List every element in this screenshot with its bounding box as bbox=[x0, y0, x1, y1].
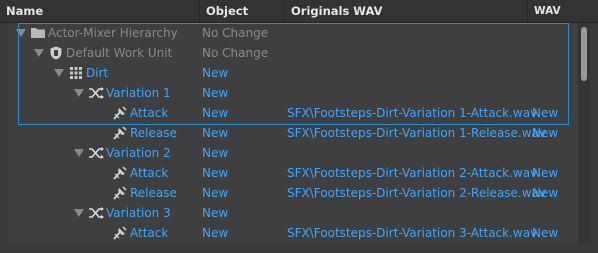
wav-status-cell: New bbox=[532, 226, 559, 240]
wav-status-cell: New bbox=[532, 106, 559, 120]
object-status-cell: New bbox=[202, 86, 229, 100]
column-name-header[interactable]: Name bbox=[0, 0, 200, 22]
scrollbar-thumb[interactable] bbox=[581, 27, 587, 81]
hierarchy-tree[interactable]: Actor-Mixer Hierarchy No Change Default Wo… bbox=[8, 23, 578, 243]
sound-icon bbox=[112, 225, 128, 241]
folder-icon bbox=[30, 25, 46, 41]
expand-arrow-icon[interactable] bbox=[74, 89, 84, 97]
actor-mixer-icon bbox=[68, 65, 84, 81]
wav-status-cell: New bbox=[532, 166, 559, 180]
sound-icon bbox=[112, 165, 128, 181]
wav-status-cell: New bbox=[532, 126, 559, 140]
column-wav-status-header[interactable]: WAV Status bbox=[528, 0, 598, 39]
sound-icon bbox=[112, 185, 128, 201]
expand-arrow-icon[interactable] bbox=[54, 69, 64, 77]
tree-row[interactable]: Dirt New bbox=[8, 63, 578, 83]
random-container-icon bbox=[88, 85, 104, 101]
object-status-cell: New bbox=[202, 106, 229, 120]
originals-wav-cell: SFX\Footsteps-Dirt-Variation 1-Attack.wa… bbox=[287, 106, 538, 120]
sound-icon bbox=[112, 125, 128, 141]
expand-arrow-icon[interactable] bbox=[74, 149, 84, 157]
row-name: Attack bbox=[130, 166, 169, 180]
tree-row[interactable]: Release New SFX\Footsteps-Dirt-Variation 1… bbox=[8, 123, 578, 143]
expand-arrow-icon[interactable] bbox=[74, 209, 84, 217]
object-status-cell: New bbox=[202, 66, 229, 80]
wav-status-cell: New bbox=[532, 186, 559, 200]
row-name: Dirt bbox=[86, 66, 109, 80]
expand-arrow-icon[interactable] bbox=[34, 49, 44, 57]
bottom-edge bbox=[0, 243, 598, 253]
object-status-cell: No Change bbox=[202, 26, 269, 40]
row-name: Attack bbox=[130, 106, 169, 120]
random-container-icon bbox=[88, 145, 104, 161]
row-name: Variation 3 bbox=[106, 206, 171, 220]
row-name: Default Work Unit bbox=[66, 46, 173, 60]
tree-row[interactable]: Variation 3 New bbox=[8, 203, 578, 223]
tree-row[interactable]: Variation 2 New bbox=[8, 143, 578, 163]
object-status-cell: New bbox=[202, 186, 229, 200]
import-preview-panel: Name Object Status Originals WAV WAV Sta… bbox=[0, 0, 598, 253]
vertical-scrollbar[interactable] bbox=[578, 23, 590, 243]
row-name: Actor-Mixer Hierarchy bbox=[48, 26, 178, 40]
originals-wav-cell: SFX\Footsteps-Dirt-Variation 3-Attack.wa… bbox=[287, 226, 538, 240]
expand-arrow-icon[interactable] bbox=[16, 29, 26, 37]
column-originals-wav-header[interactable]: Originals WAV bbox=[285, 0, 528, 22]
object-status-cell: New bbox=[202, 126, 229, 140]
object-status-cell: New bbox=[202, 206, 229, 220]
originals-wav-cell: SFX\Footsteps-Dirt-Variation 2-Release.w… bbox=[287, 186, 547, 200]
tree-row[interactable]: Release New SFX\Footsteps-Dirt-Variation 2… bbox=[8, 183, 578, 203]
random-container-icon bbox=[88, 205, 104, 221]
row-name: Release bbox=[130, 126, 177, 140]
tree-row[interactable]: Default Work Unit No Change bbox=[8, 43, 578, 63]
row-name: Variation 1 bbox=[106, 86, 171, 100]
originals-wav-cell: SFX\Footsteps-Dirt-Variation 1-Release.w… bbox=[287, 126, 547, 140]
sound-icon bbox=[112, 105, 128, 121]
column-header: Name Object Status Originals WAV WAV Sta… bbox=[0, 0, 598, 40]
tree-row[interactable]: Attack New SFX\Footsteps-Dirt-Variation 1-… bbox=[8, 103, 578, 123]
row-name: Variation 2 bbox=[106, 146, 171, 160]
tree-row[interactable]: Actor-Mixer Hierarchy No Change bbox=[8, 23, 578, 43]
tree-row[interactable]: Variation 1 New bbox=[8, 83, 578, 103]
object-status-cell: No Change bbox=[202, 46, 269, 60]
object-status-cell: New bbox=[202, 146, 229, 160]
tree-row[interactable]: Attack New SFX\Footsteps-Dirt-Variation 3-… bbox=[8, 223, 578, 243]
column-object-status-header[interactable]: Object Status bbox=[200, 0, 285, 40]
object-status-cell: New bbox=[202, 166, 229, 180]
work-unit-icon bbox=[48, 45, 64, 61]
tree-row[interactable]: Attack New SFX\Footsteps-Dirt-Variation 2-… bbox=[8, 163, 578, 183]
originals-wav-cell: SFX\Footsteps-Dirt-Variation 2-Attack.wa… bbox=[287, 166, 538, 180]
row-name: Release bbox=[130, 186, 177, 200]
object-status-cell: New bbox=[202, 226, 229, 240]
row-name: Attack bbox=[130, 226, 169, 240]
